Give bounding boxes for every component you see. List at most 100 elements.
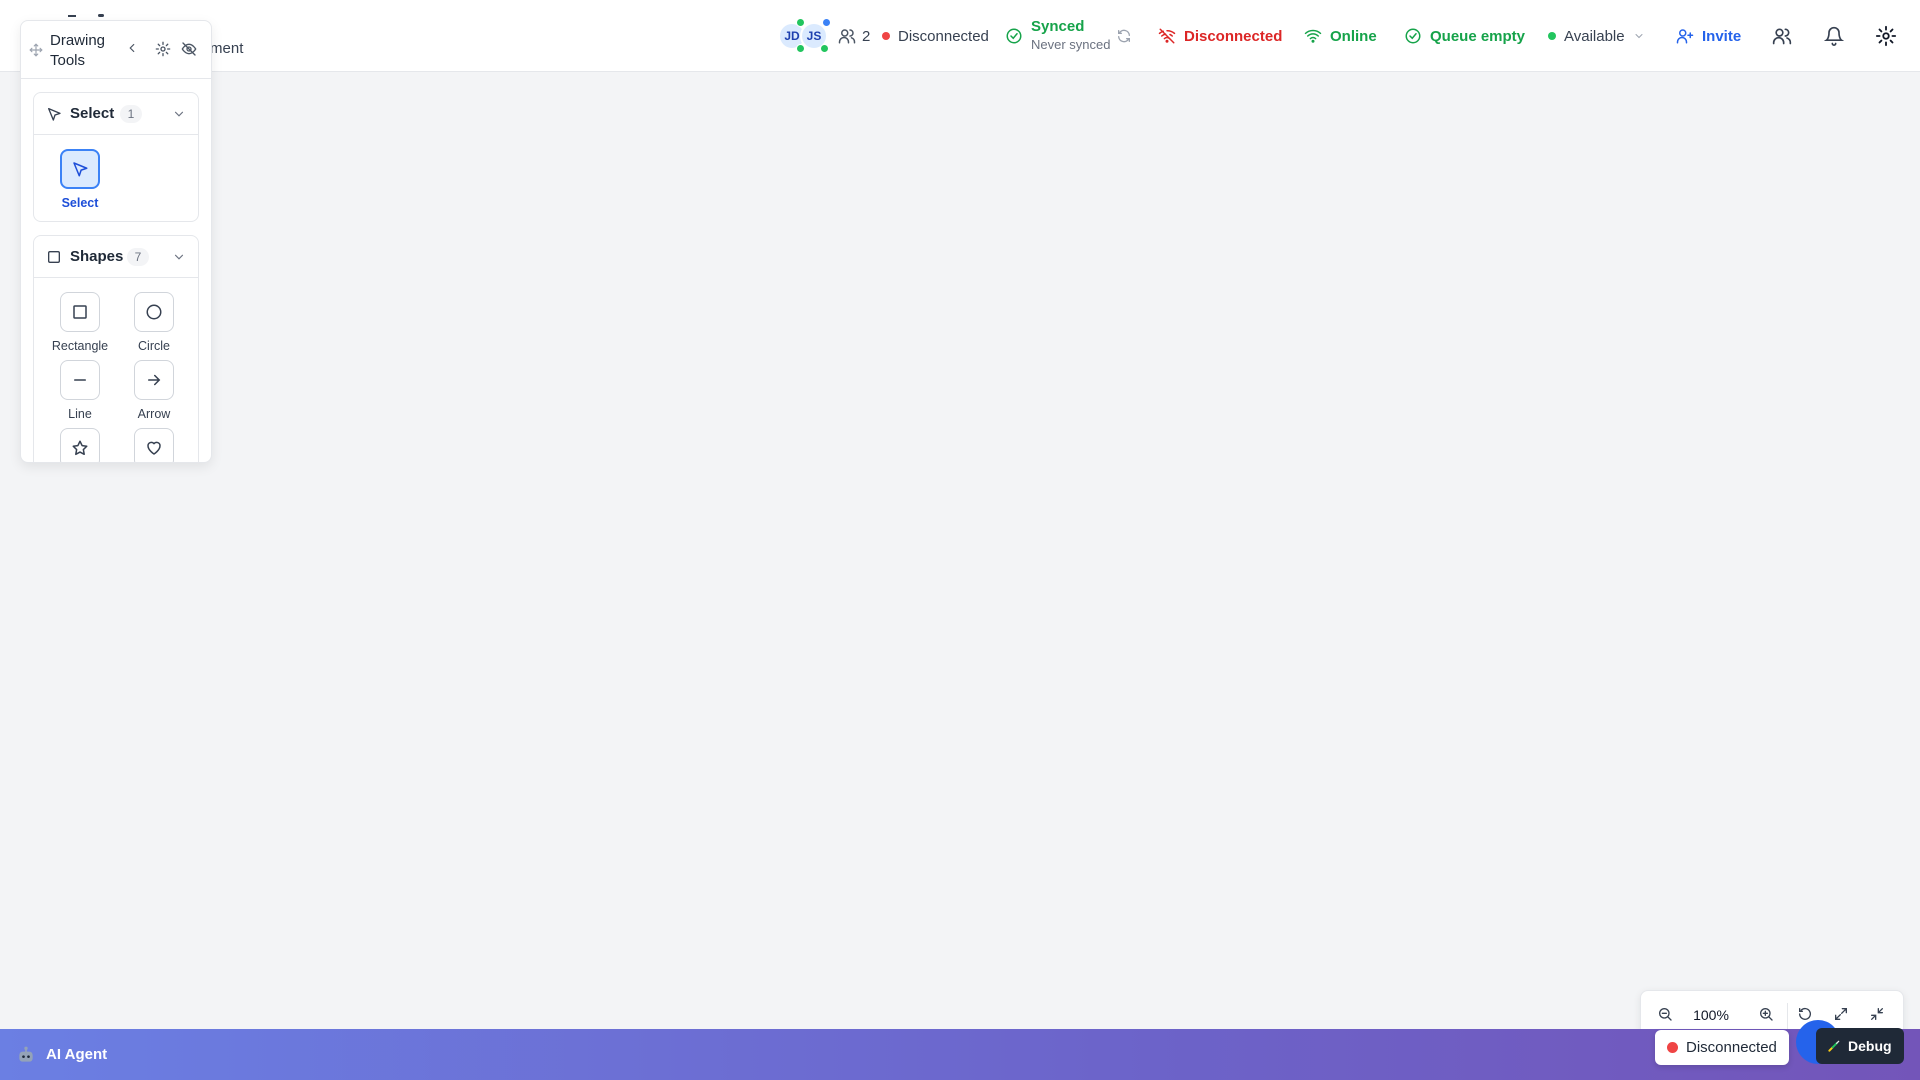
chevron-down-icon <box>1635 34 1643 39</box>
zoom-level: 100% <box>1693 1007 1729 1023</box>
sync-sub: Never synced <box>1031 37 1111 52</box>
bell-icon <box>1824 26 1844 46</box>
zoom-out-icon <box>1659 1008 1672 1021</box>
server-status-label: Disconnected <box>1184 27 1283 45</box>
refresh-icon <box>1118 29 1130 43</box>
tool-label: Select <box>61 196 99 210</box>
star-icon <box>60 428 100 462</box>
ai-agent-label: AI Agent <box>46 1046 108 1063</box>
panel-header: Drawing Tools <box>21 21 211 79</box>
top-bar: lopment JD JS 2 Disconnected Synced Neve… <box>0 0 1920 72</box>
server-status: Disconnected <box>1158 0 1282 72</box>
zoom-in-button[interactable] <box>1758 1006 1774 1027</box>
settings-button[interactable] <box>1870 20 1902 52</box>
maximize-icon <box>1835 1008 1847 1020</box>
wifi-icon <box>1304 29 1322 43</box>
fit-to-screen-button[interactable] <box>1833 1006 1849 1027</box>
pointer-icon <box>46 106 62 127</box>
gear-icon <box>155 41 171 57</box>
network-status-label: Online <box>1330 27 1377 45</box>
drawing-tools-panel: Drawing Tools Select 1 Select Shapes 7 R… <box>20 20 212 463</box>
rotate-ccw-icon <box>1799 1007 1811 1020</box>
minimize-icon <box>1871 1008 1883 1020</box>
presence-dot <box>820 44 829 53</box>
drag-handle-icon[interactable] <box>29 43 43 62</box>
collaborator-avatars[interactable]: JD JS <box>778 18 838 53</box>
user-plus-icon <box>1676 29 1694 44</box>
panel-settings-button[interactable] <box>155 41 171 62</box>
eye-off-icon <box>181 42 197 56</box>
sync-label: Synced <box>1031 18 1085 35</box>
minimize-button[interactable] <box>1869 1006 1885 1027</box>
invite-button[interactable]: Invite <box>1676 0 1741 72</box>
wifi-off-icon <box>1158 28 1176 44</box>
square-icon <box>46 249 62 270</box>
check-circle-icon <box>1006 28 1022 44</box>
queue-status: Queue empty <box>1404 0 1525 72</box>
tool-label: Rectangle <box>51 339 109 353</box>
invite-label: Invite <box>1702 27 1742 45</box>
tool-label: Line <box>68 407 92 421</box>
select-section-header[interactable]: Select 1 <box>34 93 198 135</box>
refresh-button[interactable] <box>1116 0 1132 72</box>
network-status: Online <box>1304 0 1377 72</box>
users-count-value: 2 <box>862 27 871 45</box>
pointer-icon <box>60 149 100 189</box>
debug-button[interactable]: Debug <box>1816 1028 1904 1064</box>
status-dot <box>882 32 890 40</box>
ai-agent-toggle[interactable]: AI Agent <box>16 1029 107 1080</box>
connection-status-label: Disconnected <box>898 27 989 45</box>
status-dot <box>1548 32 1556 40</box>
users-count[interactable]: 2 <box>838 0 870 72</box>
arrow-right-icon <box>134 360 174 400</box>
tool-star[interactable] <box>50 428 110 462</box>
tool-rectangle[interactable]: Rectangle <box>50 292 110 353</box>
shapes-section-header[interactable]: Shapes 7 <box>34 236 198 278</box>
panel-title: Drawing Tools <box>50 32 106 69</box>
tool-circle[interactable]: Circle <box>124 292 184 353</box>
debug-label: Debug <box>1848 1038 1892 1054</box>
bug-icon <box>1828 1040 1840 1052</box>
shapes-section: Shapes 7 Rectangle Circle Line Arrow <box>33 235 199 462</box>
status-dot <box>1667 1042 1678 1053</box>
divider <box>1787 1003 1788 1029</box>
presence-dot <box>822 18 831 27</box>
line-icon <box>60 360 100 400</box>
connection-toast: Disconnected <box>1655 1030 1789 1065</box>
toast-status-label: Disconnected <box>1686 1039 1777 1056</box>
tool-line[interactable]: Line <box>50 360 110 421</box>
presence-dot <box>796 44 805 53</box>
hide-panel-button[interactable] <box>181 41 197 62</box>
circle-icon <box>134 292 174 332</box>
section-label: Shapes <box>70 248 124 265</box>
chevron-down-icon <box>172 250 186 269</box>
zoom-in-icon <box>1760 1008 1773 1021</box>
robot-icon <box>19 1046 33 1062</box>
tool-heart[interactable] <box>124 428 184 462</box>
ai-agent-bar[interactable]: AI Agent <box>0 1029 1920 1080</box>
sync-status: Synced Never synced <box>1005 0 1110 72</box>
tool-arrow[interactable]: Arrow <box>124 360 184 421</box>
zoom-out-button[interactable] <box>1657 1006 1673 1027</box>
collapse-panel-button[interactable] <box>125 41 139 60</box>
select-section: Select 1 Select <box>33 92 199 222</box>
rectangle-icon <box>60 292 100 332</box>
tool-select[interactable]: Select <box>50 149 110 210</box>
users-icon <box>1772 28 1792 45</box>
users-icon <box>838 29 856 44</box>
chevron-left-icon <box>129 43 135 53</box>
notifications-button[interactable] <box>1818 20 1850 52</box>
section-label: Select <box>70 105 115 122</box>
gear-icon <box>1875 25 1897 47</box>
tool-label: Circle <box>138 339 170 353</box>
count-badge: 7 <box>127 248 149 266</box>
queue-status-label: Queue empty <box>1430 27 1526 45</box>
title-fragment <box>66 10 116 20</box>
tool-label: Arrow <box>137 407 171 421</box>
check-circle-icon <box>1405 28 1421 44</box>
presence-dot <box>796 18 805 27</box>
users-button[interactable] <box>1766 20 1798 52</box>
availability-label: Available <box>1564 27 1625 45</box>
availability-dropdown[interactable]: Available <box>1548 0 1645 72</box>
count-badge: 1 <box>120 105 142 123</box>
